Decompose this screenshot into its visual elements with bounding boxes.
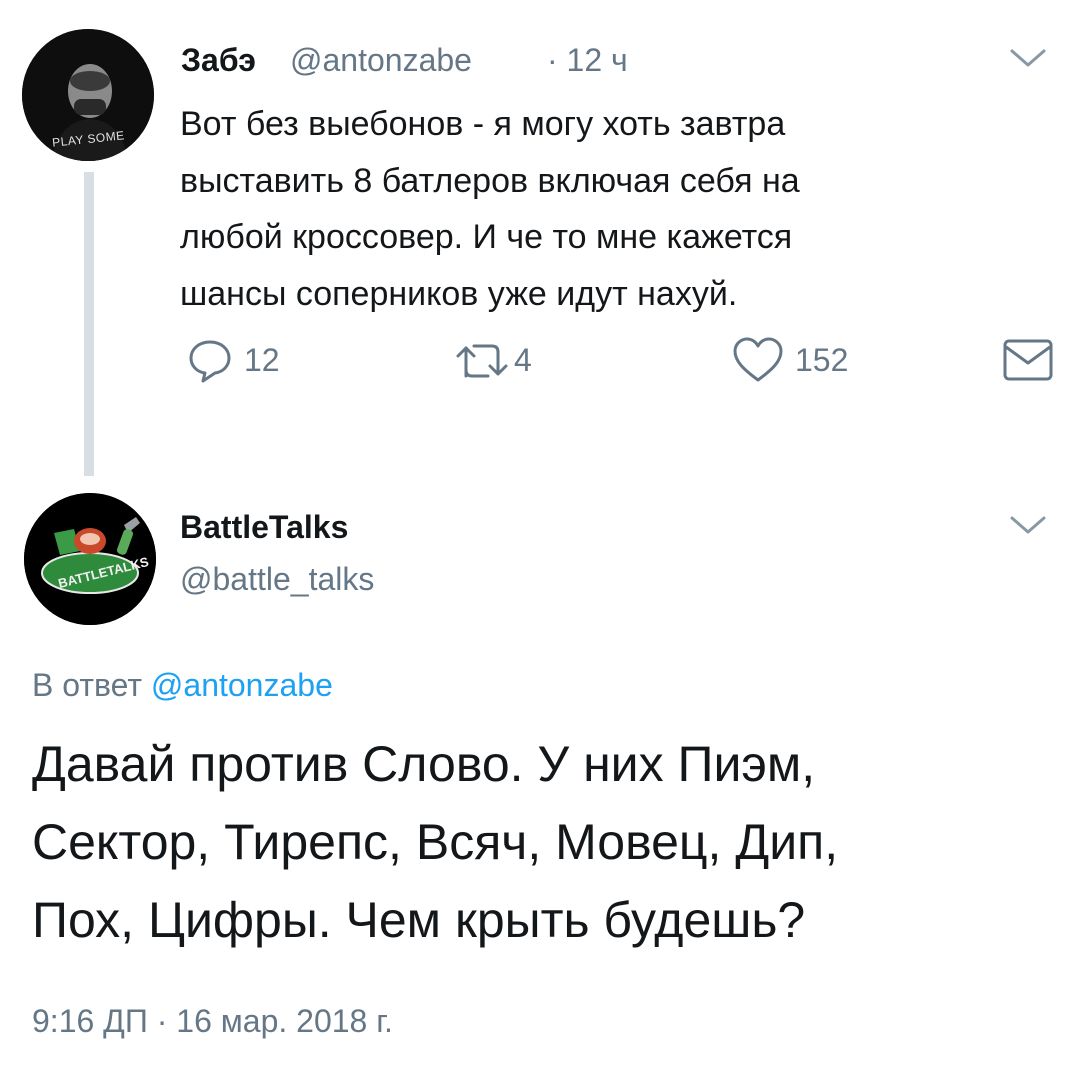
- author-name[interactable]: Забэ: [181, 42, 256, 79]
- direct-message-button[interactable]: [1002, 335, 1054, 385]
- like-count: 152: [795, 341, 849, 378]
- tweet-time[interactable]: · 12 ч: [547, 42, 628, 79]
- tweet-text-line: Вот без выебонов - я могу хоть завтра: [180, 105, 786, 143]
- avatar-battle-talks[interactable]: BATTLETALKS: [24, 493, 156, 625]
- tweet-text-line: любой кроссовер. И че то мне кажется: [180, 218, 793, 256]
- retweet-count: 4: [514, 341, 532, 378]
- reply-context-label: В ответ: [32, 667, 143, 703]
- tweet-text-line: выставить 8 батлеров включая себя на: [180, 161, 800, 200]
- tweet-text-line: Сектор, Тирепс, Всяч, Мовец, Дип,: [32, 814, 839, 870]
- tweet-text-line: шансы соперников уже идут нахуй.: [180, 274, 738, 313]
- thread-connector-line: [84, 172, 94, 476]
- avatar-antonzabe[interactable]: PLAY SOME: [22, 29, 154, 161]
- tweet-text: Вот без выебонов - я могу хоть завтра вы…: [180, 96, 1040, 322]
- reply-button[interactable]: 12: [186, 335, 280, 385]
- author-handle[interactable]: @battle_talks: [180, 561, 374, 598]
- reply-context: В ответ @antonzabe: [32, 667, 333, 704]
- retweet-button[interactable]: 4: [452, 335, 532, 385]
- chevron-down-icon[interactable]: [1008, 45, 1048, 73]
- reply-count: 12: [244, 341, 280, 378]
- reply-to-mention-link[interactable]: @antonzabe: [151, 667, 333, 703]
- tweet-text: Давай против Слово. У них Пиэм, Сектор, …: [32, 725, 1062, 959]
- tweet-text-line: Пох, Цифры. Чем крыть будешь?: [32, 892, 806, 948]
- like-button[interactable]: 152: [731, 335, 848, 385]
- author-name[interactable]: BattleTalks: [180, 509, 348, 546]
- heart-icon: [733, 337, 783, 382]
- retweet-icon: [456, 344, 508, 378]
- envelope-icon: [1003, 339, 1053, 381]
- author-handle[interactable]: @antonzabe: [290, 42, 472, 79]
- reply-icon: [189, 340, 231, 383]
- chevron-down-icon[interactable]: [1008, 512, 1048, 540]
- tweet-text-line: Давай против Слово. У них Пиэм,: [32, 736, 816, 792]
- tweet-timestamp[interactable]: 9:16 ДП · 16 мар. 2018 г.: [32, 1003, 393, 1040]
